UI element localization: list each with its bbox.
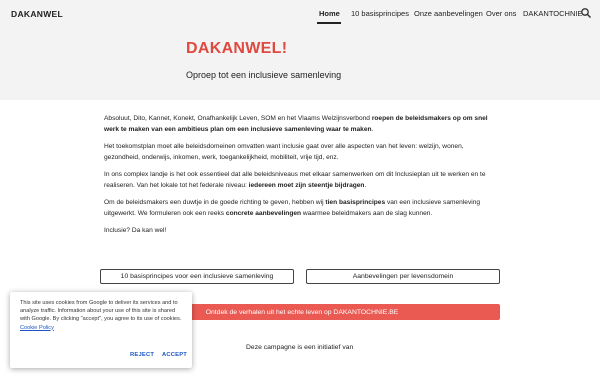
recommendations-button[interactable]: Aanbevelingen per levensdomein xyxy=(306,269,500,284)
reject-button[interactable]: REJECT xyxy=(130,352,154,358)
page-subtitle: Oproep tot een inclusieve samenleving xyxy=(186,70,342,80)
hero-section: DAKANWEL! Oproep tot een inclusieve same… xyxy=(0,30,600,100)
nav-item-dakantochnie[interactable]: DAKANTOCHNIE xyxy=(523,9,582,18)
cookie-message: This site uses cookies from Google to de… xyxy=(20,299,186,332)
intro-paragraph-4: Om de beleidsmakers een duwtje in de goe… xyxy=(104,197,500,219)
p4-bold-b: concrete aanbevelingen xyxy=(225,210,302,217)
nav-item-home[interactable]: Home xyxy=(319,9,340,18)
top-nav: DAKANWEL Home 10 basisprincipes Onze aan… xyxy=(0,0,600,30)
intro-paragraph-3: In ons complex landje is het ook essenti… xyxy=(104,169,500,191)
intro-content: Absoluut, Dito, Kannet, Konekt, Onafhank… xyxy=(104,113,500,242)
accept-button[interactable]: ACCEPT xyxy=(162,352,187,358)
page-title: DAKANWEL! xyxy=(186,40,288,57)
cookie-policy-link[interactable]: Cookie Policy xyxy=(20,325,54,331)
p1-end: . xyxy=(371,126,374,133)
p4-text-a: Om de beleidsmakers een duwtje in de goe… xyxy=(104,199,326,206)
nav-item-over-ons[interactable]: Over ons xyxy=(486,9,516,18)
intro-paragraph-1: Absoluut, Dito, Kannet, Konekt, Onafhank… xyxy=(104,113,500,135)
cookie-dialog: This site uses cookies from Google to de… xyxy=(10,292,192,368)
site-brand[interactable]: DAKANWEL xyxy=(11,9,63,19)
nav-item-aanbevelingen[interactable]: Onze aanbevelingen xyxy=(414,9,483,18)
nav-active-indicator xyxy=(317,22,341,24)
campaign-note: Deze campagne is een initiatief van xyxy=(246,344,354,351)
p1-text: Absoluut, Dito, Kannet, Konekt, Onafhank… xyxy=(104,115,372,122)
p3-bold: iedereen moet zijn steentje bijdragen xyxy=(248,182,365,189)
p4-bold-a: tien basisprincipes xyxy=(325,199,386,206)
search-icon[interactable] xyxy=(580,7,592,19)
intro-paragraph-2: Het toekomstplan moet alle beleidsdomein… xyxy=(104,143,464,161)
nav-item-basisprincipes[interactable]: 10 basisprincipes xyxy=(351,9,409,18)
p4-text-c: waarmee beleidmakers aan de slag kunnen. xyxy=(301,210,433,217)
principles-button[interactable]: 10 basisprincipes voor een inclusieve sa… xyxy=(100,269,294,284)
cookie-text: This site uses cookies from Google to de… xyxy=(20,300,182,323)
p3-end: . xyxy=(364,182,367,189)
intro-paragraph-5: Inclusie? Da kan wel! xyxy=(104,227,167,234)
